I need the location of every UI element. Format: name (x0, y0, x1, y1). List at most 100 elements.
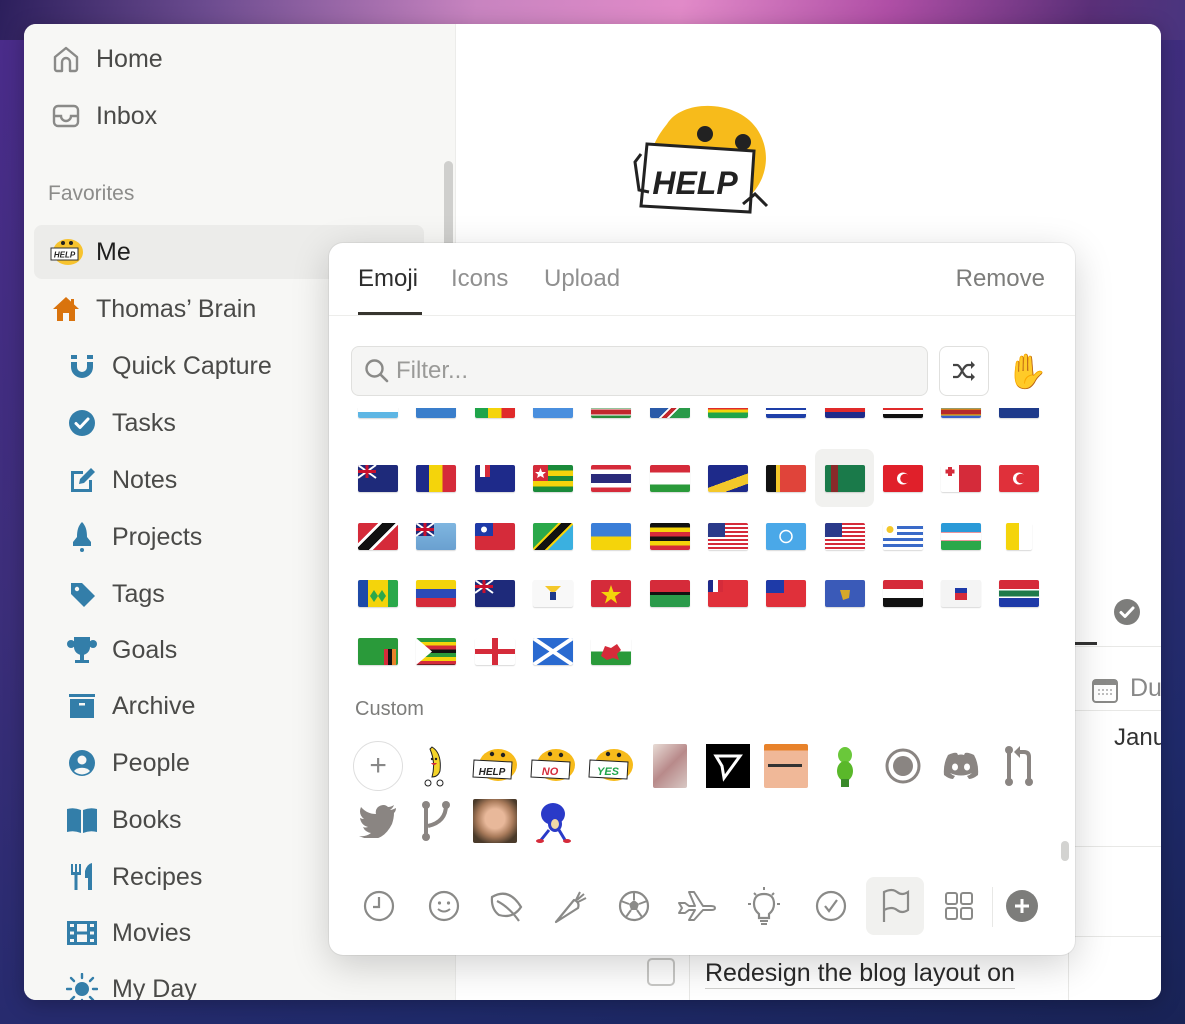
flag-vatican-city[interactable] (990, 507, 1048, 565)
custom-emoji-discord-logo[interactable] (932, 740, 990, 792)
tab-icons[interactable]: Icons (451, 265, 508, 293)
flag-uzbekistan[interactable] (932, 507, 990, 565)
flag-british-virgin-islands[interactable] (466, 564, 524, 622)
custom-emoji-squinting-fry[interactable] (757, 740, 815, 792)
guyana-flag-icon (707, 408, 748, 418)
flag-united-nations[interactable] (757, 507, 815, 565)
filter-field[interactable] (351, 346, 928, 396)
custom-emoji-dancing-banana[interactable] (407, 740, 465, 792)
flag-tonga[interactable] (932, 449, 990, 507)
flag-south-africa[interactable] (990, 564, 1048, 622)
custom-emoji-git-pull-request[interactable] (990, 740, 1048, 792)
task-checkbox[interactable] (647, 958, 675, 986)
flag-uganda[interactable] (640, 507, 698, 565)
flag-trinidad-and-tobago[interactable] (349, 507, 407, 565)
flag-chad[interactable] (407, 449, 465, 507)
custom-emoji-help-face[interactable]: HELP (466, 740, 524, 792)
flag-wallis-futuna[interactable] (699, 564, 757, 622)
flag-venezuela[interactable] (407, 564, 465, 622)
flag-u-s-virgin-islands[interactable] (524, 564, 582, 622)
remove-button[interactable]: Remove (956, 265, 1045, 293)
flag-uruguay[interactable] (874, 507, 932, 565)
picker-scrollbar[interactable] (1061, 841, 1069, 861)
flag-turkmenistan[interactable] (815, 449, 874, 507)
flag-wales[interactable] (582, 622, 640, 680)
category-people-button[interactable] (415, 877, 473, 935)
due-column-header[interactable]: Du (1092, 672, 1161, 712)
sidebar-item-label: Inbox (96, 101, 158, 130)
filter-input[interactable] (396, 357, 896, 385)
flag-yemen[interactable] (874, 564, 932, 622)
sidebar-item-label: Archive (112, 691, 196, 720)
category-nature-button[interactable] (478, 877, 536, 935)
custom-section-label: Custom (355, 698, 424, 720)
view-tab-check-icon[interactable] (1113, 598, 1141, 631)
flag-timor-leste[interactable] (757, 449, 815, 507)
custom-emoji-record-circle[interactable] (874, 740, 932, 792)
flag-u-s-outlying-islands[interactable] (699, 507, 757, 565)
flag-tunisia[interactable] (874, 449, 932, 507)
custom-emoji-row (349, 795, 582, 847)
due-date-cell[interactable]: Januar (1114, 724, 1161, 752)
flag-tokelau[interactable] (699, 449, 757, 507)
flag-french-southern-territories[interactable] (466, 449, 524, 507)
category-recent-button[interactable] (350, 877, 408, 935)
flag-togo[interactable] (524, 449, 582, 507)
custom-emoji-sanic[interactable] (524, 795, 582, 847)
flag-zimbabwe[interactable] (407, 622, 465, 680)
flag-mayotte[interactable] (932, 564, 990, 622)
category-add-button[interactable] (993, 877, 1051, 935)
custom-emoji-twitter-bird[interactable] (349, 795, 407, 847)
sidebar-item-label: Recipes (112, 862, 203, 891)
custom-emoji-shouting-man-photo[interactable] (466, 795, 524, 847)
flag-scotland[interactable] (524, 622, 582, 680)
flag-tuvalu[interactable] (407, 507, 465, 565)
add-custom-emoji-button[interactable]: + (349, 740, 407, 792)
flag-united-states[interactable] (815, 507, 873, 565)
flag-tajikistan[interactable] (640, 449, 698, 507)
tab-emoji[interactable]: Emoji (358, 265, 418, 293)
eswatini-flag-icon (941, 408, 982, 418)
custom-emoji-blurry-photo[interactable] (640, 740, 698, 792)
category-custom-button[interactable] (930, 877, 988, 935)
flag-ukraine[interactable] (582, 507, 640, 565)
flag-turkey[interactable] (990, 449, 1048, 507)
flag-turks-and-caicos-islands[interactable] (349, 449, 407, 507)
category-activity-button[interactable] (605, 877, 663, 935)
sidebar-item-inbox[interactable]: Inbox (34, 89, 424, 143)
rocket-icon (62, 521, 102, 553)
random-emoji-button[interactable] (939, 346, 989, 396)
flag-taiwan[interactable] (466, 507, 524, 565)
flag-thailand[interactable] (582, 449, 640, 507)
flag-zambia[interactable] (349, 622, 407, 680)
custom-emoji-grinch[interactable] (815, 740, 873, 792)
flag-vanuatu[interactable] (640, 564, 698, 622)
el-salvador-flag-icon (766, 408, 807, 418)
sidebar-item-my-day[interactable]: My Day (34, 962, 424, 1000)
suriname-flag-icon (591, 408, 632, 418)
skin-tone-button[interactable]: ✋ (1003, 348, 1051, 396)
custom-emoji-notion-v-logo[interactable] (699, 740, 757, 792)
custom-emoji-yes-face[interactable]: YES (582, 740, 640, 792)
custom-emoji-no-face[interactable]: NO (524, 740, 582, 792)
svg-text:YES: YES (597, 766, 620, 778)
category-symbols-button[interactable] (802, 877, 860, 935)
sidebar-item-home[interactable]: Home (34, 32, 424, 86)
grinch-icon (833, 743, 857, 789)
task-title[interactable]: Redesign the blog layout on (705, 958, 1015, 989)
south-africa-flag-icon (999, 579, 1040, 607)
category-flags-button[interactable] (866, 877, 924, 935)
flag-england[interactable] (466, 622, 524, 680)
category-travel-button[interactable] (668, 877, 726, 935)
flag-vietnam[interactable] (582, 564, 640, 622)
flag-samoa[interactable] (757, 564, 815, 622)
category-objects-button[interactable] (735, 877, 793, 935)
category-food-button[interactable] (541, 877, 599, 935)
custom-emoji-git-branch[interactable] (407, 795, 465, 847)
taiwan-flag-icon (474, 522, 515, 550)
tab-upload[interactable]: Upload (544, 265, 620, 293)
flag-st-vincent-grenadines[interactable] (349, 564, 407, 622)
flag-kosovo[interactable] (815, 564, 873, 622)
page-icon-help-face[interactable]: HELP (627, 94, 777, 224)
flag-tanzania[interactable] (524, 507, 582, 565)
